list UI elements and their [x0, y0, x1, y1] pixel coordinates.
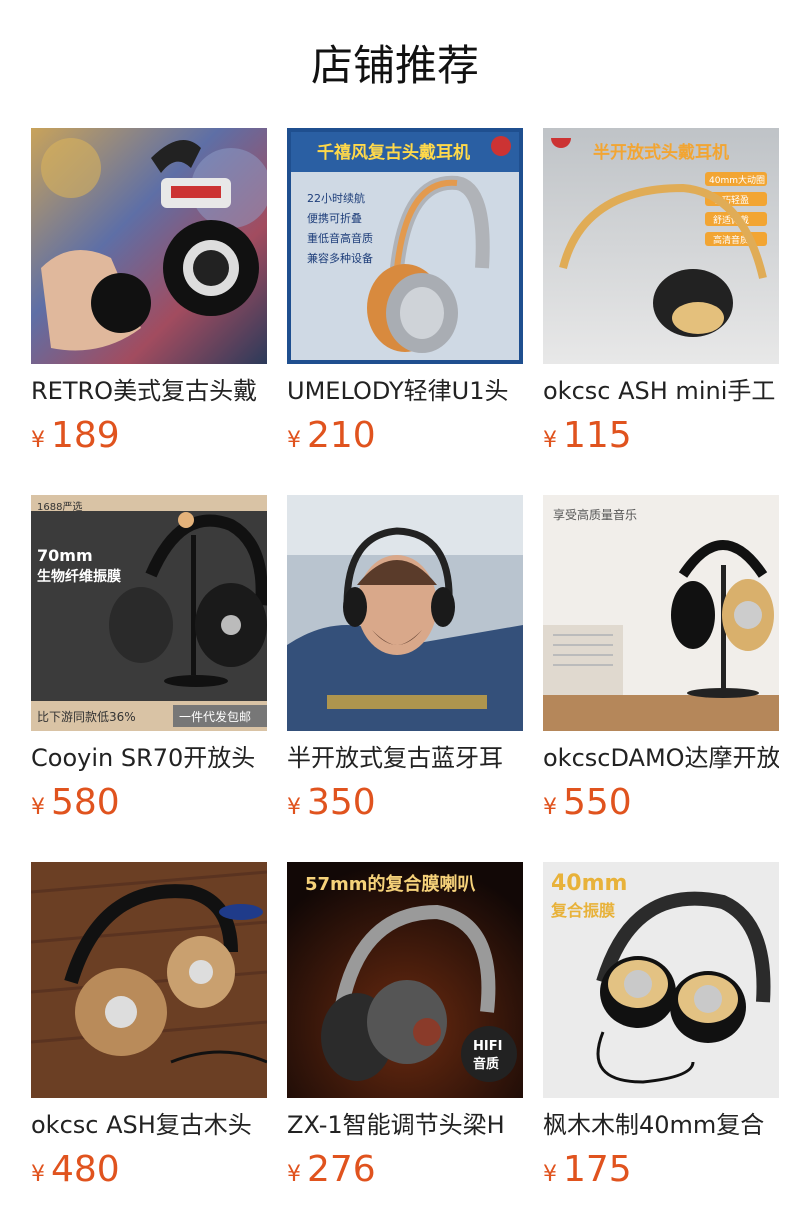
feature-text: 便携可折叠	[307, 211, 362, 225]
product-price: ¥115	[543, 414, 632, 458]
price-amount: 115	[563, 415, 632, 456]
product-image[interactable]	[287, 495, 523, 731]
product-card[interactable]: 半开放式复古蓝牙耳 ¥350	[287, 495, 523, 825]
price-amount: 189	[51, 415, 120, 456]
product-price: ¥550	[543, 781, 632, 825]
product-price: ¥175	[543, 1148, 632, 1192]
price-amount: 480	[51, 1149, 120, 1190]
currency-symbol: ¥	[287, 795, 301, 820]
product-name[interactable]: Cooyin SR70开放头	[31, 741, 267, 775]
price-amount: 350	[307, 782, 376, 823]
feature-text: 22小时续航	[307, 191, 365, 205]
price-amount: 175	[563, 1149, 632, 1190]
currency-symbol: ¥	[543, 1162, 557, 1187]
promo-headline: 57mm的复合膜喇叭	[305, 873, 476, 895]
product-image[interactable]	[31, 862, 267, 1098]
promo-subhead: 生物纤维振膜	[37, 568, 121, 585]
product-price: ¥350	[287, 781, 376, 825]
product-image[interactable]: 57mm的复合膜喇叭 HIFI 音质	[287, 862, 523, 1098]
product-image[interactable]: 千禧风复古头戴耳机 22小时续航 便携可折叠 重低音高音质 兼容多种设备	[287, 128, 523, 364]
promo-discount: 比下游同款低36%	[37, 710, 136, 724]
currency-symbol: ¥	[31, 1162, 45, 1187]
product-name[interactable]: RETRO美式复古头戴	[31, 374, 267, 408]
product-price: ¥189	[31, 414, 120, 458]
product-image[interactable]: 1688严选 70mm 生物纤维振膜 比下游同款低36% 一件代发包邮	[31, 495, 267, 731]
product-image[interactable]: 享受高质量音乐	[543, 495, 779, 731]
product-card[interactable]: 半开放式头戴耳机 40mm大动圈 小巧轻盈 舒适佩戴 高清音质 okcsc AS…	[543, 128, 779, 458]
promo-subhead: 复合振膜	[550, 901, 615, 920]
product-price: ¥580	[31, 781, 120, 825]
promo-tagline: 享受高质量音乐	[553, 507, 637, 522]
feature-text: 兼容多种设备	[307, 251, 373, 265]
product-name[interactable]: 半开放式复古蓝牙耳	[287, 741, 523, 775]
product-price: ¥276	[287, 1148, 376, 1192]
product-card[interactable]: 享受高质量音乐 okcscDAMO达摩开放 ¥550	[543, 495, 779, 825]
currency-symbol: ¥	[543, 795, 557, 820]
currency-symbol: ¥	[31, 428, 45, 453]
product-name[interactable]: ZX-1智能调节头梁H	[287, 1108, 523, 1142]
promo-headline: 70mm	[37, 546, 93, 565]
product-price: ¥480	[31, 1148, 120, 1192]
price-amount: 550	[563, 782, 632, 823]
product-name[interactable]: 枫木木制40mm复合	[543, 1108, 779, 1142]
hifi-badge: HIFI	[473, 1039, 502, 1054]
currency-symbol: ¥	[287, 428, 301, 453]
product-price: ¥210	[287, 414, 376, 458]
promo-headline: 半开放式头戴耳机	[593, 142, 729, 163]
product-name[interactable]: UMELODY轻律U1头	[287, 374, 523, 408]
price-amount: 210	[307, 415, 376, 456]
product-image[interactable]: 40mm 复合振膜	[543, 862, 779, 1098]
product-card[interactable]: 1688严选 70mm 生物纤维振膜 比下游同款低36% 一件代发包邮 Cooy…	[31, 495, 267, 825]
page-title: 店铺推荐	[310, 41, 479, 90]
feature-badge: 高清音质	[713, 234, 749, 246]
product-image[interactable]: 半开放式头戴耳机 40mm大动圈 小巧轻盈 舒适佩戴 高清音质	[543, 128, 779, 364]
product-card[interactable]: 57mm的复合膜喇叭 HIFI 音质 ZX-1智能调节头梁H ¥276	[287, 862, 523, 1192]
promo-headline: 40mm	[551, 871, 627, 896]
price-amount: 580	[51, 782, 120, 823]
product-card[interactable]: 千禧风复古头戴耳机 22小时续航 便携可折叠 重低音高音质 兼容多种设备 UME…	[287, 128, 523, 458]
promo-shipping: 一件代发包邮	[179, 709, 251, 724]
currency-symbol: ¥	[287, 1162, 301, 1187]
product-name[interactable]: okcscDAMO达摩开放	[543, 741, 779, 775]
product-name[interactable]: okcsc ASH复古木头	[31, 1108, 267, 1142]
feature-text: 重低音高音质	[307, 231, 373, 245]
currency-symbol: ¥	[543, 428, 557, 453]
feature-badge: 40mm大动圈	[709, 174, 765, 186]
hifi-badge-sub: 音质	[473, 1056, 499, 1072]
product-card[interactable]: RETRO美式复古头戴 ¥189	[31, 128, 267, 458]
product-name[interactable]: okcsc ASH mini手工	[543, 374, 779, 408]
promo-headline: 千禧风复古头戴耳机	[317, 142, 470, 163]
product-image[interactable]	[31, 128, 267, 364]
currency-symbol: ¥	[31, 795, 45, 820]
price-amount: 276	[307, 1149, 376, 1190]
product-card[interactable]: okcsc ASH复古木头 ¥480	[31, 862, 267, 1192]
product-card[interactable]: 40mm 复合振膜 枫木木制40mm复合 ¥175	[543, 862, 779, 1192]
promo-tag: 1688严选	[37, 500, 82, 513]
